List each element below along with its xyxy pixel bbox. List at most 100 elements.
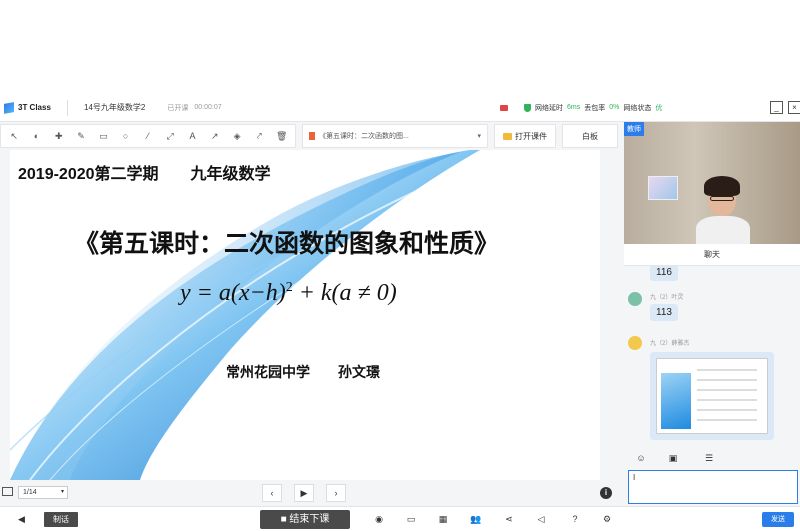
next-page-button[interactable]: ›: [326, 484, 346, 502]
teacher-role-badge: 教师: [624, 122, 644, 136]
lesson-title: 《第五课时：二次函数的图象和性质》: [74, 230, 500, 258]
avatar: [628, 336, 642, 350]
teacher-figure: [696, 176, 750, 244]
teacher-glasses: [710, 196, 734, 201]
courseware-name: 《第五课时：二次函数的图...: [319, 133, 409, 140]
prev-page-button[interactable]: ‹: [262, 484, 282, 502]
school-author: 常州花园中学 孙文璟: [226, 364, 380, 380]
chat-input[interactable]: I: [628, 470, 798, 504]
minimize-button[interactable]: _: [770, 101, 783, 114]
info-icon[interactable]: i: [600, 487, 612, 499]
slide-background-decoration: [10, 150, 481, 480]
courseware-select[interactable]: 《第五课时：二次函数的图... ▾: [302, 124, 488, 148]
slide-pager: 1/14 ▾ ‹ ▶ › i: [0, 482, 620, 504]
loss-value: 0%: [609, 104, 620, 111]
page-indicator: 1/14: [23, 489, 37, 496]
send-button[interactable]: 发送: [762, 512, 794, 527]
latency-value: 6ms: [567, 104, 581, 111]
arrow-icon[interactable]: ↗: [208, 131, 222, 142]
play-button[interactable]: ▶: [294, 484, 314, 502]
avatar: [628, 292, 642, 306]
settings-icon[interactable]: ⚙: [602, 514, 612, 524]
drawing-toolbar: ↖ ◐ ✚ ✎ ▭ ○ ⁄ ⤢ A ↗ ◈ ⤤ 🗑: [0, 124, 296, 148]
emoji-icon[interactable]: ☺: [636, 453, 646, 463]
page-select[interactable]: 1/14 ▾: [18, 486, 68, 499]
thumbnail-row: [697, 379, 757, 381]
latency-label: 网络延时: [535, 104, 563, 112]
line-icon[interactable]: ⁄: [141, 131, 155, 141]
end-class-button[interactable]: ■ 结束下课: [260, 510, 350, 529]
screenshot-thumbnail: [656, 358, 768, 434]
thumbnail-row: [697, 419, 757, 421]
crosshair-icon[interactable]: ✚: [52, 131, 66, 142]
text-icon[interactable]: A: [186, 131, 200, 141]
chat-toolbar: ☺ ▣ ☰: [624, 450, 800, 466]
arrow-line-icon[interactable]: ⤢: [163, 131, 177, 142]
volume-icon[interactable]: ◀: [18, 514, 25, 525]
shield-icon: [524, 103, 531, 112]
chat-image-message[interactable]: [650, 352, 774, 440]
formula-exponent: 2: [285, 280, 293, 295]
thumbnail-row: [697, 399, 757, 401]
teacher-body: [696, 216, 750, 244]
thumbnail-row: [697, 409, 757, 411]
laser-icon[interactable]: ⤤: [252, 131, 266, 142]
pointer-icon[interactable]: ↖: [7, 131, 21, 142]
mute-all-button[interactable]: 制话: [44, 512, 78, 527]
help-icon[interactable]: ?: [570, 514, 580, 524]
chat-bubble: 113: [650, 304, 678, 321]
ppt-file-icon: [309, 132, 315, 140]
title-bar: 3T Class 14号九年级数学2 已开课 00:00:07 网络延时 6ms…: [0, 94, 800, 122]
slide-canvas[interactable]: 2019-2020第二学期 九年级数学 《第五课时：二次函数的图象和性质》 y …: [10, 150, 600, 480]
open-courseware-label: 打开课件: [515, 131, 547, 141]
menu-icon[interactable]: ☰: [704, 453, 714, 463]
chat-sender: 九（2）叶灵: [650, 295, 684, 301]
vertex-form-formula: y = a(x−h)2 + k(a ≠ 0): [180, 280, 397, 307]
teacher-video: 教师: [624, 122, 800, 244]
chevron-down-icon: ▾: [60, 489, 64, 495]
chat-sender: 九（2）薛雅杰: [650, 341, 690, 347]
tab-chat[interactable]: 聊天: [624, 244, 800, 266]
app-logo: 3T Class: [0, 99, 68, 116]
cube-logo-icon: [4, 101, 14, 114]
thumbnail-toggle-icon[interactable]: [2, 487, 13, 496]
whiteboard-button[interactable]: 白板: [562, 124, 618, 148]
grid-icon[interactable]: ▦: [438, 514, 448, 524]
class-status: 已开课: [167, 104, 189, 112]
circle-icon[interactable]: ○: [119, 131, 133, 141]
teacher-hair: [704, 176, 740, 196]
thumbnail-row: [697, 369, 757, 371]
pen-icon[interactable]: ✎: [74, 131, 88, 142]
course-title: 14号九年级数学2: [84, 103, 146, 112]
rectangle-icon[interactable]: ▭: [96, 131, 110, 142]
state-label: 网络状态: [623, 104, 652, 112]
chat-messages[interactable]: 116 九（2）叶灵 113 九（2）薛雅杰: [624, 266, 800, 446]
screen-share-icon[interactable]: ▭: [406, 514, 416, 524]
megaphone-icon[interactable]: ◁: [536, 514, 546, 524]
folder-icon: [503, 132, 512, 140]
app-window: 3T Class 14号九年级数学2 已开课 00:00:07 网络延时 6ms…: [0, 94, 800, 531]
bottom-control-bar: ◀ 制话 ■ 结束下课 ◉ ▭ ▦ 👥 ⋖ ◁ ? ⚙ 发送: [0, 506, 800, 531]
chevron-down-icon: ▾: [477, 133, 481, 140]
close-button[interactable]: ×: [788, 101, 800, 114]
record-icon[interactable]: ◉: [374, 514, 384, 524]
open-courseware-button[interactable]: 打开课件: [494, 124, 556, 148]
network-status: 网络延时 6ms 丢包率 0% 网络状态 优: [500, 103, 662, 113]
formula-main: y = a(x−h): [180, 280, 286, 306]
image-icon[interactable]: ▣: [668, 453, 678, 463]
trash-icon[interactable]: 🗑: [275, 131, 289, 142]
recording-icon: [500, 104, 508, 111]
wall-picture: [648, 176, 678, 200]
semester-heading: 2019-2020第二学期 九年级数学: [18, 166, 271, 183]
chat-bubble: 116: [650, 266, 678, 281]
class-timer: 00:00:07: [194, 104, 222, 111]
state-value: 优: [655, 104, 663, 112]
share-icon[interactable]: ⋖: [504, 514, 514, 524]
palette-icon[interactable]: ◐: [29, 131, 43, 141]
thumbnail-slide: [661, 373, 691, 429]
eraser-icon[interactable]: ◈: [230, 131, 244, 142]
formula-tail: + k(a ≠ 0): [292, 280, 397, 306]
brand-name: 3T Class: [18, 103, 51, 112]
thumbnail-row: [697, 389, 757, 391]
users-icon[interactable]: 👥: [470, 514, 481, 524]
